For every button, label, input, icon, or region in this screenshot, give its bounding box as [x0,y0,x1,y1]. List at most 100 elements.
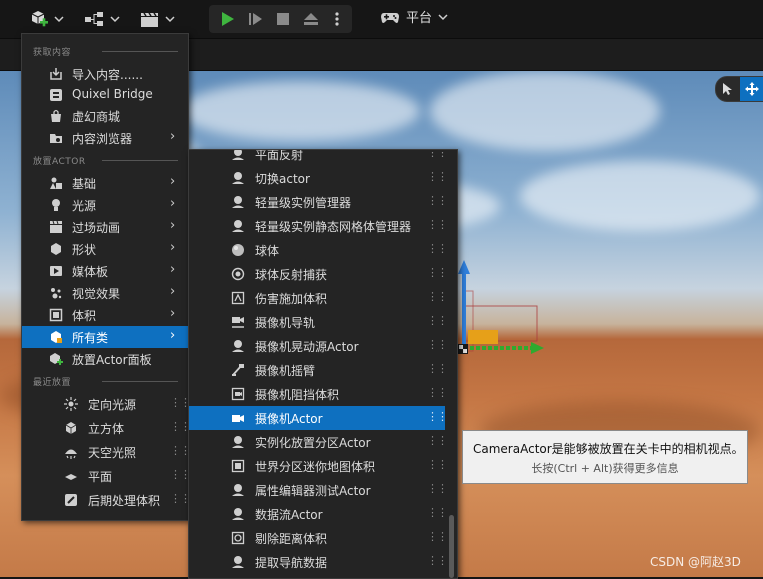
cursor-icon [723,83,732,95]
add-content-button[interactable] [28,6,64,32]
drag-handle-icon[interactable]: ⋮⋮ [427,386,448,399]
menu-item-visual-effects[interactable]: 视觉效果 › [22,282,188,304]
submenu-item-label: 提取导航数据 [255,556,328,570]
drag-handle-icon[interactable]: ⋮⋮ [427,170,448,183]
submenu-item-label: 世界分区迷你地图体积 [255,460,376,474]
submenu-item[interactable]: 轻量级实例管理器 ⋮⋮ [189,190,448,214]
recent-item-cube[interactable]: 立方体 ⋮⋮ [22,417,191,439]
drag-handle-icon[interactable]: ⋮⋮ [427,530,448,543]
drag-handle-icon[interactable]: ⋮⋮ [427,338,448,351]
menu-item-marketplace[interactable]: 虚幻商城 [22,105,188,127]
submenu-item[interactable]: 属性编辑器测试Actor ⋮⋮ [189,478,448,502]
menu-item-import-content[interactable]: 导入内容...... [22,63,188,85]
drag-handle-icon[interactable]: ⋮⋮ [427,150,448,159]
drag-handle-icon[interactable]: ⋮⋮ [427,410,448,423]
tooltip-description: CameraActor是能够被放置在关卡中的相机视点。 [473,442,744,456]
drag-handle-icon[interactable]: ⋮⋮ [427,506,448,519]
camera-crane-icon [232,364,244,376]
eject-button[interactable] [297,5,325,33]
drag-handle-icon[interactable]: ⋮⋮ [427,218,448,231]
submenu-item[interactable]: 提取导航数据 ⋮⋮ [189,550,448,574]
drag-handle-icon[interactable]: ⋮⋮ [427,194,448,207]
submenu-item[interactable]: 摄像机Actor ⋮⋮ [189,406,448,430]
menu-item-place-actor-panel[interactable]: 放置Actor面板 [22,348,188,370]
select-mode-button[interactable] [716,77,740,101]
drag-handle-icon[interactable]: ⋮⋮ [427,362,448,375]
menu-item-cinematic[interactable]: 过场动画 › [22,216,188,238]
drag-handle-icon[interactable]: ⋮⋮ [427,314,448,327]
submenu-item[interactable]: 世界分区迷你地图体积 ⋮⋮ [189,454,448,478]
submenu-item[interactable]: 切换actor ⋮⋮ [189,166,448,190]
quixel-bridge-icon [50,89,62,101]
submenu-item[interactable]: 伤害施加体积 ⋮⋮ [189,286,448,310]
menu-item-volumes[interactable]: 体积 › [22,304,188,326]
menu-item-label: 导入内容...... [72,68,143,82]
recent-item-plane[interactable]: 平面 ⋮⋮ [22,465,191,487]
drag-handle-icon[interactable]: ⋮⋮ [170,396,191,409]
plane-icon [65,474,77,480]
advance-frame-button[interactable] [241,5,269,33]
drag-handle-icon[interactable]: ⋮⋮ [427,482,448,495]
section-get-content: 获取内容 [22,42,188,60]
submenu-item-label: 剔除距离体积 [255,532,328,546]
submenu-item[interactable]: 平面反射 ⋮⋮ [189,150,448,166]
cube-icon [65,422,77,434]
submenu-item[interactable]: 摄像机阻挡体积 ⋮⋮ [189,382,448,406]
drag-handle-icon[interactable]: ⋮⋮ [170,492,191,505]
cull-distance-volume-icon [231,531,245,545]
cloud [430,71,660,151]
submenu-item-label: 摄像机阻挡体积 [255,388,340,402]
cinematic-icon [50,220,62,233]
recent-item-directional-light[interactable]: 定向光源 ⋮⋮ [22,393,191,415]
menu-item-quixel-bridge[interactable]: Quixel Bridge [22,84,188,106]
submenu-item[interactable]: 轻量级实例静态网格体管理器 ⋮⋮ [189,214,448,238]
menu-item-shapes[interactable]: 形状 › [22,238,188,260]
submenu-item[interactable]: 球体反射捕获 ⋮⋮ [189,262,448,286]
menu-item-media[interactable]: 媒体板 › [22,260,188,282]
menu-item-content-browser[interactable]: 内容浏览器 › [22,127,188,149]
actor-icon [232,340,244,352]
menu-item-basic[interactable]: 基础 › [22,172,188,194]
menu-item-all-classes[interactable]: 所有类 › [22,326,188,348]
chevron-right-icon: › [170,306,176,321]
blueprint-button[interactable] [84,6,120,32]
cinematics-button[interactable] [139,6,175,32]
submenu-item[interactable]: 摄像机晃动源Actor ⋮⋮ [189,334,448,358]
drag-handle-icon[interactable]: ⋮⋮ [170,420,191,433]
actor-icon [232,484,244,496]
play-button[interactable] [213,5,241,33]
chevron-right-icon: › [170,240,176,255]
drag-handle-icon[interactable]: ⋮⋮ [427,266,448,279]
submenu-item[interactable]: 摄像机导轨 ⋮⋮ [189,310,448,334]
drag-handle-icon[interactable]: ⋮⋮ [427,434,448,447]
damage-volume-icon [231,291,245,305]
menu-item-lights[interactable]: 光源 › [22,194,188,216]
play-options-button[interactable] [325,5,349,33]
transform-gizmo[interactable] [455,256,550,356]
drag-handle-icon[interactable]: ⋮⋮ [170,444,191,457]
submenu-item[interactable]: 实例化放置分区Actor ⋮⋮ [189,430,448,454]
marketplace-icon [51,109,61,122]
submenu-item-label: 属性编辑器测试Actor [255,484,371,498]
translate-mode-button[interactable] [740,77,763,101]
recent-item-sky-light[interactable]: 天空光照 ⋮⋮ [22,441,191,463]
drag-handle-icon[interactable]: ⋮⋮ [427,554,448,567]
drag-handle-icon[interactable]: ⋮⋮ [170,468,191,481]
submenu-item-label: 摄像机导轨 [255,316,316,330]
platforms-button[interactable]: 平台 [380,7,448,26]
drag-handle-icon[interactable]: ⋮⋮ [427,458,448,471]
submenu-scrollbar[interactable] [449,515,454,578]
submenu-item[interactable]: 球体 ⋮⋮ [189,238,448,262]
shape-icon [51,243,61,255]
submenu-item[interactable]: 摄像机摇臂 ⋮⋮ [189,358,448,382]
drag-handle-icon[interactable]: ⋮⋮ [427,242,448,255]
menu-item-label: 定向光源 [88,398,137,412]
media-icon [50,266,62,276]
stop-button[interactable] [269,5,297,33]
recent-item-post-process-volume[interactable]: 后期处理体积 ⋮⋮ [22,489,191,511]
menu-item-label: 后期处理体积 [88,494,161,508]
menu-item-label: Quixel Bridge [72,87,153,101]
submenu-item[interactable]: 剔除距离体积 ⋮⋮ [189,526,448,550]
drag-handle-icon[interactable]: ⋮⋮ [427,290,448,303]
submenu-item[interactable]: 数据流Actor ⋮⋮ [189,502,448,526]
